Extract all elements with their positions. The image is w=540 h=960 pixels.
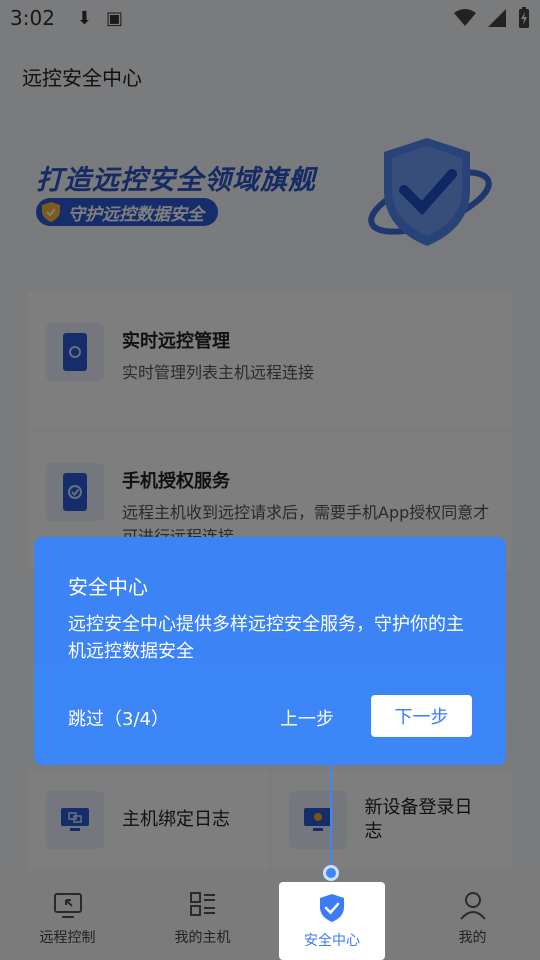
- nav-item-security-center[interactable]: 安全中心: [279, 882, 385, 960]
- prev-step-button[interactable]: 上一步: [280, 705, 334, 731]
- skip-button[interactable]: 跳过（3/4）: [68, 705, 169, 731]
- guide-body: 远控安全中心提供多样远控安全服务，守护你的主机远控数据安全: [68, 614, 464, 662]
- guide-tooltip: 安全中心 远控安全中心提供多样远控安全服务，守护你的主机远控数据安全 跳过（3/…: [34, 537, 506, 765]
- guide-title: 安全中心: [68, 575, 148, 599]
- nav-label: 安全中心: [304, 933, 360, 949]
- guide-connector-line: [330, 764, 332, 872]
- guide-overlay[interactable]: [0, 0, 540, 960]
- guide-connector-dot: [323, 865, 339, 881]
- shield-check-icon: [320, 894, 344, 922]
- next-step-button[interactable]: 下一步: [371, 695, 472, 737]
